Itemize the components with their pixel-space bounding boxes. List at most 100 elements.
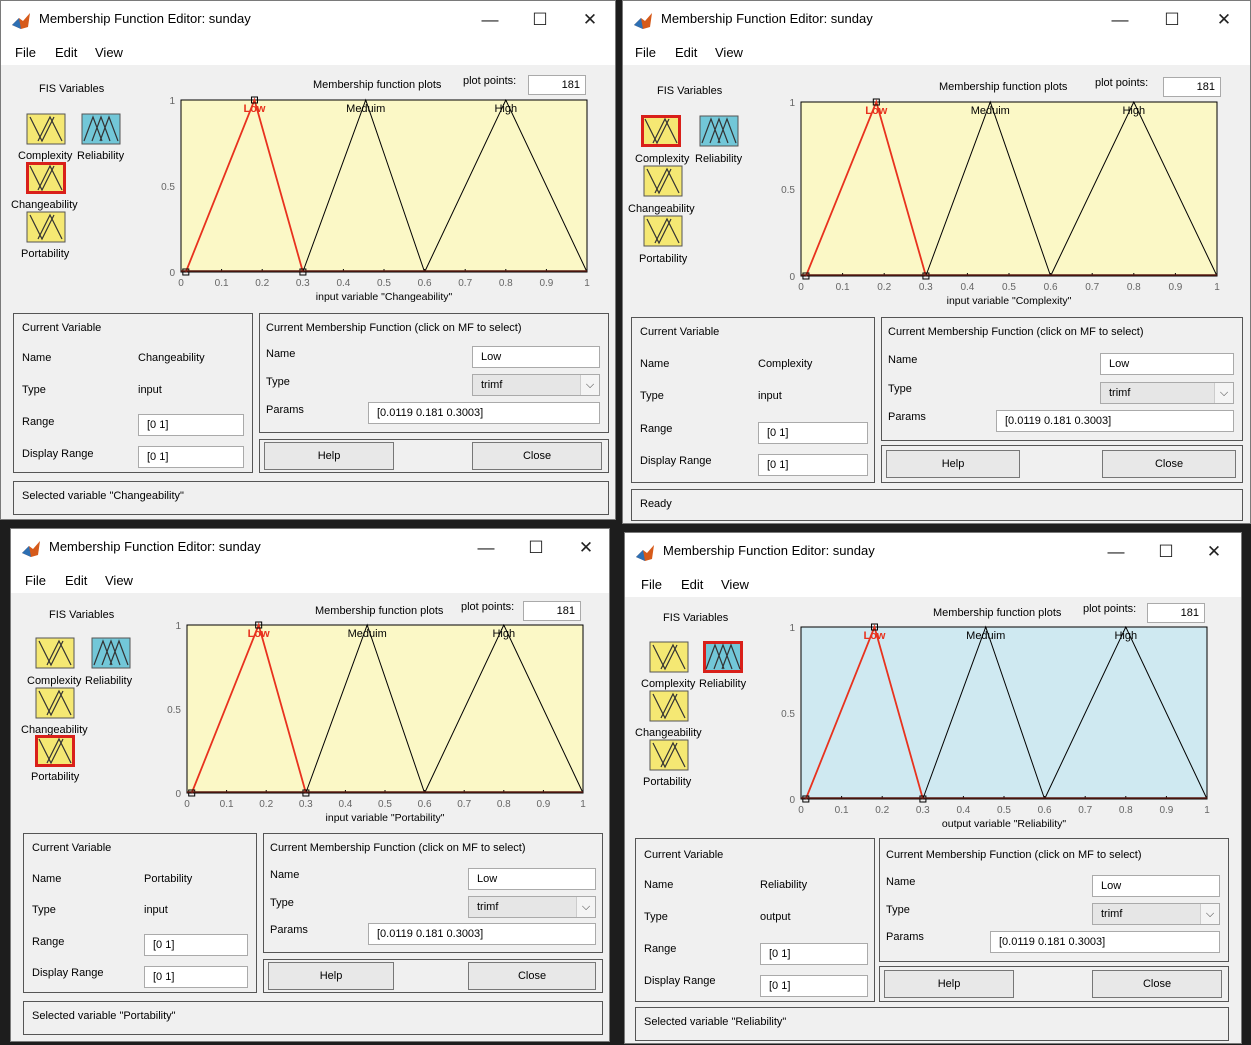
mf-plot[interactable]: 0 0.5 1 0 0.1 0.2 0.3 0.4 0.5 0.6 0.7 0.8 0.9 1 input … — [157, 621, 597, 827]
close-window-button[interactable]: ✕ — [1203, 7, 1245, 33]
mf-type-label: Type — [266, 376, 290, 388]
help-button[interactable]: Help — [268, 962, 394, 990]
menu-edit[interactable]: Edit — [681, 577, 703, 592]
changeability-variable-icon[interactable] — [643, 165, 683, 197]
mf-name-input[interactable]: Low — [1092, 875, 1220, 897]
menu-file[interactable]: File — [25, 573, 46, 588]
mf-name-input[interactable]: Low — [468, 868, 596, 890]
reliability-variable-icon[interactable] — [91, 637, 131, 669]
range-input[interactable]: [0 1] — [760, 943, 868, 965]
mf-type-dropdown[interactable]: trimf ⌵ — [468, 896, 596, 918]
portability-variable-icon[interactable] — [649, 739, 689, 771]
mf-name-label: High — [1122, 105, 1145, 117]
y-tick-label: 0 — [175, 789, 181, 800]
close-button[interactable]: Close — [1092, 970, 1222, 998]
params-input[interactable]: [0.0119 0.181 0.3003] — [990, 931, 1220, 953]
title-bar: Membership Function Editor: sunday — ☐ ✕ — [623, 1, 1250, 39]
maximize-button[interactable]: ☐ — [515, 535, 557, 561]
type-label: Type — [22, 384, 46, 396]
mf-editor-window-complexity: Membership Function Editor: sunday — ☐ ✕… — [622, 0, 1251, 524]
mf-name-label: Name — [266, 348, 296, 360]
complexity-variable-label: Complexity — [635, 153, 690, 165]
display-range-input[interactable]: [0 1] — [760, 975, 868, 997]
menu-view[interactable]: View — [105, 573, 133, 588]
mf-name-input[interactable]: Low — [1100, 353, 1234, 375]
x-tick-label: 0.3 — [296, 278, 310, 289]
changeability-variable-icon[interactable] — [649, 690, 689, 722]
complexity-variable-icon[interactable] — [35, 637, 75, 669]
range-input[interactable]: [0 1] — [758, 422, 868, 444]
mf-type-dropdown[interactable]: trimf ⌵ — [472, 374, 600, 396]
close-button[interactable]: Close — [472, 442, 602, 470]
mf-name-input[interactable]: Low — [472, 346, 600, 368]
portability-variable-icon[interactable] — [35, 735, 75, 767]
minimize-button[interactable]: — — [1099, 7, 1141, 33]
mf-plot[interactable]: 0 0.5 1 0 0.1 0.2 0.3 0.4 0.5 0.6 0.7 0.8 0.9 1 output… — [771, 623, 1221, 833]
y-tick-label: 1 — [789, 98, 795, 109]
reliability-variable-icon[interactable] — [703, 641, 743, 673]
complexity-variable-icon[interactable] — [641, 115, 681, 147]
help-button[interactable]: Help — [884, 970, 1014, 998]
params-input[interactable]: [0.0119 0.181 0.3003] — [368, 402, 600, 424]
close-button[interactable]: Close — [1102, 450, 1236, 478]
params-input[interactable]: [0.0119 0.181 0.3003] — [368, 923, 596, 945]
plot-points-input[interactable]: 181 — [1147, 603, 1205, 623]
menu-file[interactable]: File — [15, 45, 36, 60]
menu-edit[interactable]: Edit — [675, 45, 697, 60]
mf-plot[interactable]: 0 0.5 1 0 0.1 0.2 0.3 0.4 0.5 0.6 0.7 0.8 0.9 1 input … — [151, 96, 601, 306]
menu-file[interactable]: File — [635, 45, 656, 60]
params-label: Params — [270, 924, 308, 936]
chevron-down-icon: ⌵ — [576, 897, 595, 917]
fis-variables-label: FIS Variables — [39, 83, 105, 95]
menu-view[interactable]: View — [95, 45, 123, 60]
display-range-input[interactable]: [0 1] — [144, 966, 248, 988]
maximize-button[interactable]: ☐ — [1151, 7, 1193, 33]
range-input[interactable]: [0 1] — [144, 934, 248, 956]
menu-view[interactable]: View — [715, 45, 743, 60]
mf-plot[interactable]: 0 0.5 1 0 0.1 0.2 0.3 0.4 0.5 0.6 0.7 0.8 0.9 1 input … — [771, 98, 1231, 310]
display-range-input[interactable]: [0 1] — [758, 454, 868, 476]
reliability-variable-icon[interactable] — [81, 113, 121, 145]
changeability-variable-icon[interactable] — [35, 687, 75, 719]
maximize-button[interactable]: ☐ — [1145, 539, 1187, 565]
minimize-button[interactable]: — — [469, 7, 511, 33]
menu-view[interactable]: View — [721, 577, 749, 592]
x-tick-label: 0.7 — [1078, 805, 1092, 816]
complexity-variable-icon[interactable] — [649, 641, 689, 673]
close-window-button[interactable]: ✕ — [1193, 539, 1235, 565]
mf-name-label: Low — [865, 105, 887, 117]
close-button[interactable]: Close — [468, 962, 596, 990]
title-bar: Membership Function Editor: sunday — ☐ ✕ — [1, 1, 615, 39]
portability-variable-icon[interactable] — [643, 215, 683, 247]
help-button[interactable]: Help — [886, 450, 1020, 478]
y-tick-label: 0.5 — [161, 182, 175, 193]
range-label: Range — [22, 416, 55, 428]
chevron-down-icon: ⌵ — [1214, 383, 1233, 403]
mf-name-label: Low — [248, 628, 270, 640]
minimize-button[interactable]: — — [465, 535, 507, 561]
reliability-variable-icon[interactable] — [699, 115, 739, 147]
close-window-button[interactable]: ✕ — [565, 535, 607, 561]
minimize-button[interactable]: — — [1095, 539, 1137, 565]
changeability-variable-icon[interactable] — [26, 162, 66, 194]
current-variable-panel: Current Variable Name Portability Type i… — [23, 833, 257, 993]
portability-variable-icon[interactable] — [26, 211, 66, 243]
plot-area — [800, 101, 1218, 277]
display-range-input[interactable]: [0 1] — [138, 446, 244, 468]
menu-edit[interactable]: Edit — [65, 573, 87, 588]
help-button[interactable]: Help — [264, 442, 394, 470]
maximize-button[interactable]: ☐ — [519, 7, 561, 33]
plot-points-input[interactable]: 181 — [1163, 77, 1221, 97]
mf-type-dropdown[interactable]: trimf ⌵ — [1092, 903, 1220, 925]
complexity-variable-icon[interactable] — [26, 113, 66, 145]
current-variable-title: Current Variable — [640, 326, 720, 338]
mf-type-dropdown[interactable]: trimf ⌵ — [1100, 382, 1234, 404]
menu-edit[interactable]: Edit — [55, 45, 77, 60]
plot-points-input[interactable]: 181 — [528, 75, 586, 95]
menu-file[interactable]: File — [641, 577, 662, 592]
current-variable-title: Current Variable — [22, 322, 102, 334]
close-window-button[interactable]: ✕ — [569, 7, 611, 33]
params-input[interactable]: [0.0119 0.181 0.3003] — [996, 410, 1234, 432]
plot-points-input[interactable]: 181 — [523, 601, 581, 621]
range-input[interactable]: [0 1] — [138, 414, 244, 436]
